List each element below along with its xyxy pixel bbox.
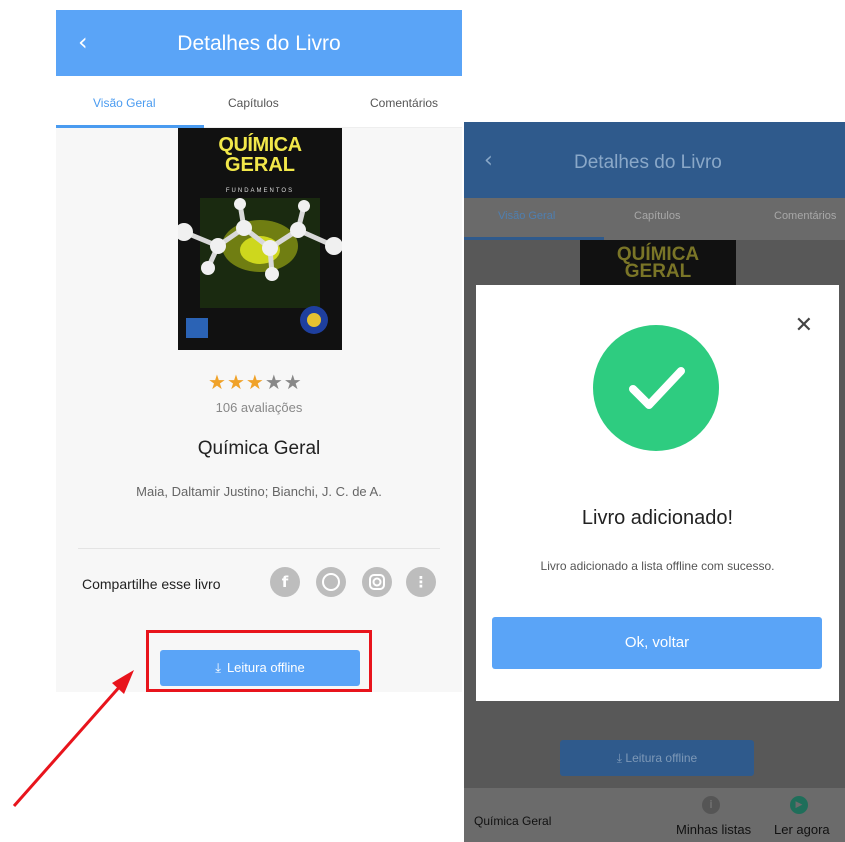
page-title-dimmed: Detalhes do Livro	[574, 152, 722, 173]
star-icon: ★	[226, 370, 246, 394]
instagram-icon[interactable]	[362, 567, 392, 597]
facebook-icon[interactable]: f	[270, 567, 300, 597]
tab-chapters[interactable]: Capítulos	[228, 96, 279, 110]
app-header: ‹ Detalhes do Livro	[56, 10, 462, 76]
whatsapp-icon[interactable]	[316, 567, 346, 597]
bottom-bar: Química Geral i ▶ Minhas listas Ler agor…	[464, 788, 845, 842]
book-title: Química Geral	[197, 438, 321, 459]
star-icon: ★	[283, 370, 303, 394]
review-count: 106 avaliações	[215, 400, 303, 415]
app-header-dimmed: ‹ Detalhes do Livro	[464, 122, 845, 198]
tab-overview[interactable]: Visão Geral	[93, 96, 155, 110]
star-icon: ★	[264, 370, 284, 394]
rating-stars: ★★★★★	[208, 370, 303, 394]
tab-comments[interactable]: Comentários	[370, 96, 438, 110]
left-screen: ‹ Detalhes do Livro Visão Geral Capítulo…	[56, 10, 462, 692]
star-icon: ★	[245, 370, 265, 394]
bottom-book-title: Química Geral	[474, 814, 552, 828]
read-now-label: Ler agora	[774, 822, 830, 837]
ok-back-button[interactable]: Ok, voltar	[492, 617, 822, 669]
tab-bar: Visão Geral Capítulos Comentários	[56, 76, 462, 128]
play-icon: ▶	[790, 796, 808, 814]
dialog-message: Livro adicionado a lista offline com suc…	[540, 559, 775, 573]
divider	[78, 548, 440, 549]
dialog-title: Livro adicionado!	[581, 507, 734, 529]
tab-bar-dimmed: Visão Geral Capítulos Comentários	[464, 198, 845, 240]
offline-reading-button-dimmed: ⤓ Leitura offline	[560, 740, 754, 776]
my-lists-label: Minhas listas	[676, 822, 752, 837]
lists-icon: i	[702, 796, 720, 814]
page-title: Detalhes do Livro	[177, 32, 341, 55]
book-cover-dimmed: QUÍMICA GERAL	[580, 240, 736, 290]
more-options-icon[interactable]: ⋮	[406, 567, 436, 597]
success-dialog: ✕ Livro adicionado! Livro adicionado a l…	[476, 285, 839, 701]
book-cover: QUÍMICA GERAL FUNDAMENTOS	[178, 128, 342, 350]
tab-overview-dimmed: Visão Geral	[498, 210, 556, 222]
cover-title-line2: GERAL	[624, 261, 692, 282]
tab-chapters-dimmed: Capítulos	[634, 210, 681, 222]
highlight-box	[146, 630, 372, 692]
book-authors: Maia, Daltamir Justino; Bianchi, J. C. d…	[136, 484, 382, 499]
success-check-icon	[593, 325, 719, 451]
back-icon: ‹	[484, 148, 493, 173]
molecule-illustration	[178, 198, 342, 338]
star-icon: ★	[208, 370, 227, 394]
close-icon[interactable]: ✕	[795, 313, 813, 338]
tab-comments-dimmed: Comentários	[774, 210, 837, 222]
share-label: Compartilhe esse livro	[82, 576, 221, 592]
